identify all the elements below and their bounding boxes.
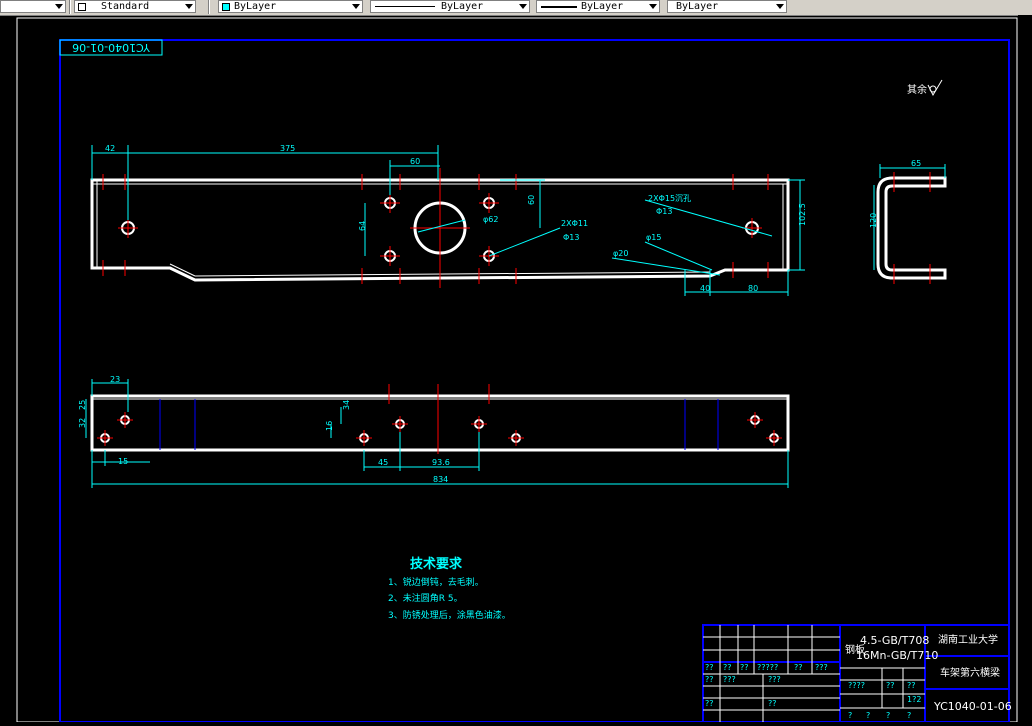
tb-cell: ???	[815, 663, 828, 672]
dim-93-6: 93.6	[432, 458, 450, 467]
tech-req-item: 2、未注圆角R 5。	[388, 594, 463, 604]
text-style-icon	[78, 3, 86, 11]
tb-cell: ????	[848, 681, 865, 690]
dim-34: 34	[342, 400, 351, 410]
tb-cell: ??	[705, 663, 714, 672]
tb-cell: ?????	[757, 663, 778, 672]
title-drawing-number: YC1040-01-06	[933, 700, 1012, 713]
dim-23: 23	[110, 375, 120, 384]
tb-cell: ??	[723, 663, 732, 672]
dim-375: 375	[280, 144, 295, 153]
dim-40: 40	[700, 284, 710, 293]
color-swatch-icon	[222, 3, 230, 11]
tb-cell: ???	[723, 675, 736, 684]
linetype-combo[interactable]: ByLayer	[370, 0, 530, 13]
tb-cell: ??	[886, 681, 895, 690]
tb-scale: 1?2	[907, 695, 921, 704]
dim-65: 65	[911, 159, 921, 168]
tb-cell: ???	[768, 675, 781, 684]
tb-cell: ?	[907, 711, 911, 720]
previous-combo[interactable]	[0, 0, 66, 13]
tb-cell: ??	[794, 663, 803, 672]
plotstyle-label: ByLayer	[676, 1, 719, 12]
hole-note-a2: Φ13	[563, 233, 579, 242]
dim-80: 80	[748, 284, 758, 293]
dropdown-arrow-icon	[55, 4, 63, 9]
color-combo[interactable]: ByLayer	[218, 0, 363, 13]
lineweight-label: ByLayer	[581, 1, 624, 12]
dim-42: 42	[105, 144, 115, 153]
outer-frame	[16, 17, 1018, 723]
dropdown-arrow-icon	[185, 4, 193, 9]
text-style-combo[interactable]: Standard	[74, 0, 196, 13]
text-style-label: Standard	[101, 1, 150, 12]
dim-32: 32	[78, 418, 87, 428]
dropdown-arrow-icon	[519, 4, 527, 9]
dim-16: 16	[325, 421, 334, 431]
front-view: 23 25 32 34 16 15 45 93.6 834	[78, 375, 790, 488]
tb-cell: ?	[886, 711, 890, 720]
dim-60: 60	[410, 157, 420, 166]
tb-cell: ??	[907, 681, 916, 690]
properties-toolbar: Standard ByLayer ByLayer ByLayer ByLayer	[0, 0, 1032, 16]
dim-60v: 60	[527, 195, 536, 205]
material-prefix: 钢板	[845, 643, 865, 656]
dim-25: 25	[78, 400, 87, 410]
roughness-circle-icon	[929, 85, 937, 93]
tb-cell: ??	[705, 699, 714, 708]
lineweight-combo[interactable]: ByLayer	[536, 0, 660, 13]
top-view: 42 375 60 60 64 φ62 102.5 40 80 φ20 φ15 …	[90, 144, 807, 296]
viewport-edge	[1018, 15, 1032, 722]
drawing-canvas[interactable]: YC1040-01-06 其余 42 375 60 60 64 φ62 102.…	[0, 15, 1032, 723]
dropdown-arrow-icon	[352, 4, 360, 9]
plotstyle-combo[interactable]: ByLayer	[667, 0, 787, 13]
color-label: ByLayer	[234, 1, 277, 12]
tb-cell: ??	[705, 675, 714, 684]
dim-102-5: 102.5	[798, 203, 807, 226]
hole-note-b2: Φ13	[656, 207, 672, 216]
dim-834: 834	[433, 475, 448, 484]
dim-120: 120	[869, 213, 878, 228]
tech-req-item: 3、防锈处理后，涂黑色油漆。	[388, 611, 511, 621]
title-block: 4.5-GB/T708 16Mn-GB/T710 钢板 湖南工业大学 车架第六横…	[702, 624, 1012, 723]
toolbar-separator	[208, 0, 210, 14]
dim-64: 64	[358, 221, 367, 231]
dim-45: 45	[378, 458, 388, 467]
tech-req-item: 1、锐边倒钝，去毛刺。	[388, 578, 484, 588]
roughness-label: 其余	[907, 83, 927, 96]
tech-req-title: 技术要求	[410, 557, 463, 572]
hole-note-b: 2XΦ15沉孔	[648, 194, 691, 203]
part-name: 车架第六横梁	[940, 666, 1000, 679]
tb-cell: ??	[768, 699, 777, 708]
dim-phi20: φ20	[613, 249, 628, 258]
school-name: 湖南工业大学	[938, 633, 998, 646]
side-view: 65 120	[869, 159, 947, 284]
material-line2: 16Mn-GB/T710	[856, 649, 938, 662]
linetype-label: ByLayer	[441, 1, 484, 12]
toolbar-separator	[69, 0, 71, 14]
dropdown-arrow-icon	[649, 4, 657, 9]
dim-15: 15	[118, 457, 128, 466]
lineweight-preview-icon	[541, 6, 577, 8]
linetype-preview-icon	[375, 6, 435, 7]
tb-cell: ??	[740, 663, 749, 672]
hole-note-a: 2XΦ11	[561, 219, 588, 228]
tb-cell: ?	[848, 711, 852, 720]
dim-phi15: φ15	[646, 233, 661, 242]
flipped-drawing-number: YC1040-01-06	[72, 41, 151, 54]
dropdown-arrow-icon	[776, 4, 784, 9]
material-line1: 4.5-GB/T708	[860, 634, 929, 647]
inner-frame	[59, 39, 1010, 723]
dim-phi62: φ62	[483, 215, 498, 224]
tb-cell: ?	[866, 711, 870, 720]
